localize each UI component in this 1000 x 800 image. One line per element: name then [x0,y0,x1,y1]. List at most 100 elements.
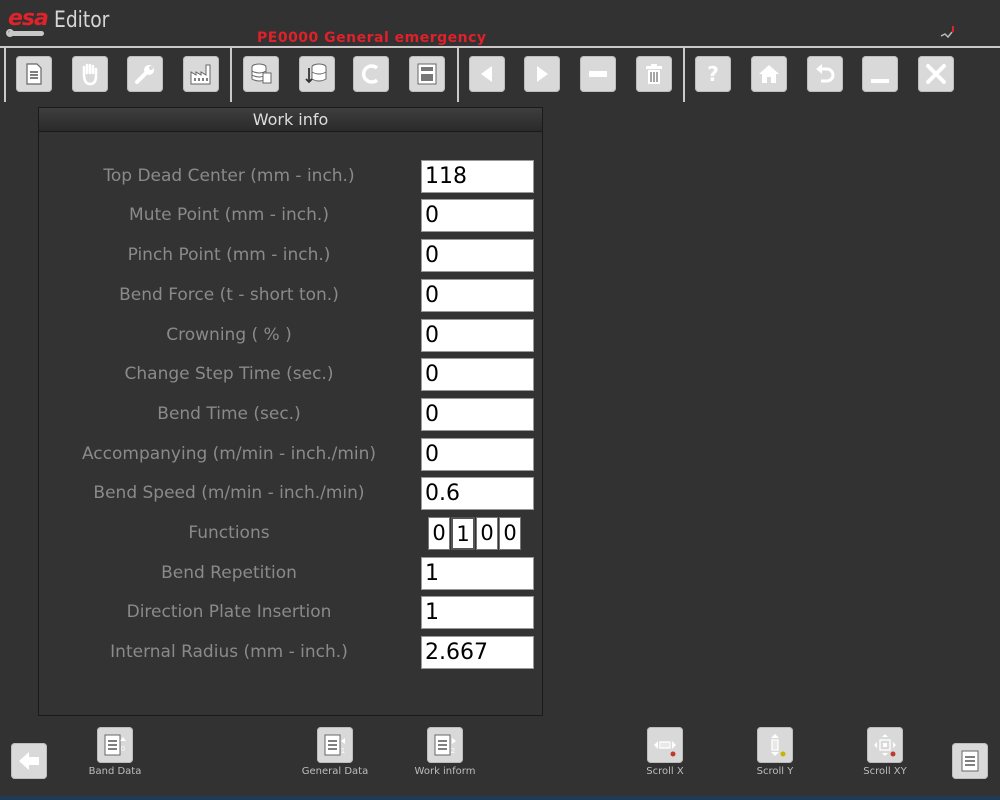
direction-plate-insertion-input[interactable]: 1 [421,596,534,629]
functions-digits: 0 1 0 0 [428,517,521,550]
scroll-y-label: Scroll Y [756,766,794,777]
manual-button[interactable] [72,56,108,92]
crowning-input[interactable]: 0 [421,319,534,352]
document-up-icon: 0 [104,734,126,756]
hand-icon [82,63,98,86]
letter-c-icon [361,64,379,84]
minimize-icon [871,79,889,83]
home-button[interactable] [751,56,787,92]
function-digit-4[interactable]: 0 [499,517,521,550]
field-accompanying: Accompanying (m/min - inch./min) 0 [39,438,544,472]
function-digit-3[interactable]: 0 [476,517,498,550]
document-button[interactable] [16,56,52,92]
accompanying-input[interactable]: 0 [421,438,534,471]
scroll-xy-label: Scroll XY [863,766,907,777]
general-data-label: General Data [301,766,369,777]
field-bend-time: Bend Time (sec.) 0 [39,398,544,432]
field-label: Bend Force (t - short ton.) [119,285,339,305]
scroll-x-button[interactable] [647,727,683,763]
field-pinch-point: Pinch Point (mm - inch.) 0 [39,239,544,273]
scroll-x-icon [654,741,676,757]
work-inform-button[interactable]: 2 [427,727,463,763]
field-bend-force: Bend Force (t - short ton.) 0 [39,279,544,313]
bend-speed-input[interactable]: 0.6 [421,477,534,510]
scroll-y-icon [771,734,786,757]
bend-time-input[interactable]: 0 [421,398,534,431]
work-inform-label: Work inform [414,766,476,777]
factory-icon [190,64,211,85]
previous-button[interactable] [469,56,505,92]
field-label: Pinch Point (mm - inch.) [127,245,331,265]
tools-button[interactable] [127,56,163,92]
alarm-message: PE0000 General emergency [257,30,487,46]
question-icon: ? [707,62,719,86]
next-button[interactable] [524,56,560,92]
change-step-time-input[interactable]: 0 [421,358,534,391]
field-label: Internal Radius (mm - inch.) [110,642,348,662]
list-button[interactable] [952,743,988,779]
arrow-left-icon [19,752,39,770]
scroll-x-label: Scroll X [646,766,684,777]
triangle-left-icon [481,66,492,82]
field-label: Change Step Time (sec.) [124,364,334,384]
document-left-icon: 1 [324,734,345,756]
field-label: Functions [188,523,270,543]
list-icon [961,750,979,772]
function-digit-1[interactable]: 0 [428,517,450,550]
taskbar-strip [0,796,1000,800]
band-data-label: Band Data [88,766,142,777]
back-button[interactable] [11,743,47,779]
mute-point-input[interactable]: 0 [421,199,534,232]
wrench-icon [135,65,154,84]
svg-text:1: 1 [341,747,345,755]
field-label: Direction Plate Insertion [126,602,332,622]
toolbar: ? [0,46,1000,102]
bend-force-input[interactable]: 0 [421,279,534,312]
pinch-point-input[interactable]: 0 [421,239,534,272]
save-icon [417,63,437,85]
delete-button[interactable] [636,56,672,92]
field-label: Accompanying (m/min - inch./min) [81,444,377,464]
field-change-step-time: Change Step Time (sec.) 0 [39,358,544,392]
database-export-button[interactable] [299,56,335,92]
svg-text:?: ? [707,62,719,86]
factory-button[interactable] [183,56,219,92]
svg-text:0: 0 [121,745,125,753]
trash-icon [646,64,662,84]
save-button[interactable] [409,56,445,92]
bend-repetition-input[interactable]: 1 [421,557,534,590]
remove-line-button[interactable] [580,56,616,92]
field-bend-speed: Bend Speed (m/min - inch./min) 0.6 [39,477,544,511]
title-bar: esa Editor PE0000 General emergency [0,0,1000,46]
panel-title: Work info [39,108,542,132]
undo-button[interactable] [807,56,843,92]
document-icon [26,63,42,85]
scroll-y-button[interactable] [757,727,793,763]
app-title: Editor [54,8,110,33]
close-button[interactable] [918,56,954,92]
internal-radius-input[interactable]: 2.667 [421,636,534,669]
c-mode-button[interactable] [353,56,389,92]
svg-text:2: 2 [451,747,455,755]
top-dead-center-input[interactable]: 118 [421,160,534,193]
document-right-icon: 2 [434,734,456,756]
undo-icon [816,64,835,83]
field-label: Crowning ( % ) [166,325,292,345]
minimize-button[interactable] [862,56,898,92]
scroll-xy-button[interactable] [867,727,903,763]
scroll-xy-icon [874,734,896,757]
field-internal-radius: Internal Radius (mm - inch.) 2.667 [39,636,544,670]
signal-icon [940,26,954,39]
general-data-button[interactable]: 1 [317,727,353,763]
close-icon [926,64,946,84]
field-label: Bend Time (sec.) [157,404,301,424]
function-digit-2[interactable]: 1 [451,517,475,550]
database-button[interactable] [243,56,279,92]
esa-logo: esa [4,4,49,37]
field-functions: Functions 0 1 0 0 [39,517,544,551]
triangle-right-icon [537,66,548,82]
help-button[interactable]: ? [695,56,731,92]
field-label: Top Dead Center (mm - inch.) [103,166,355,186]
field-top-dead-center: Top Dead Center (mm - inch.) 118 [39,160,544,194]
band-data-button[interactable]: 0 [97,727,133,763]
